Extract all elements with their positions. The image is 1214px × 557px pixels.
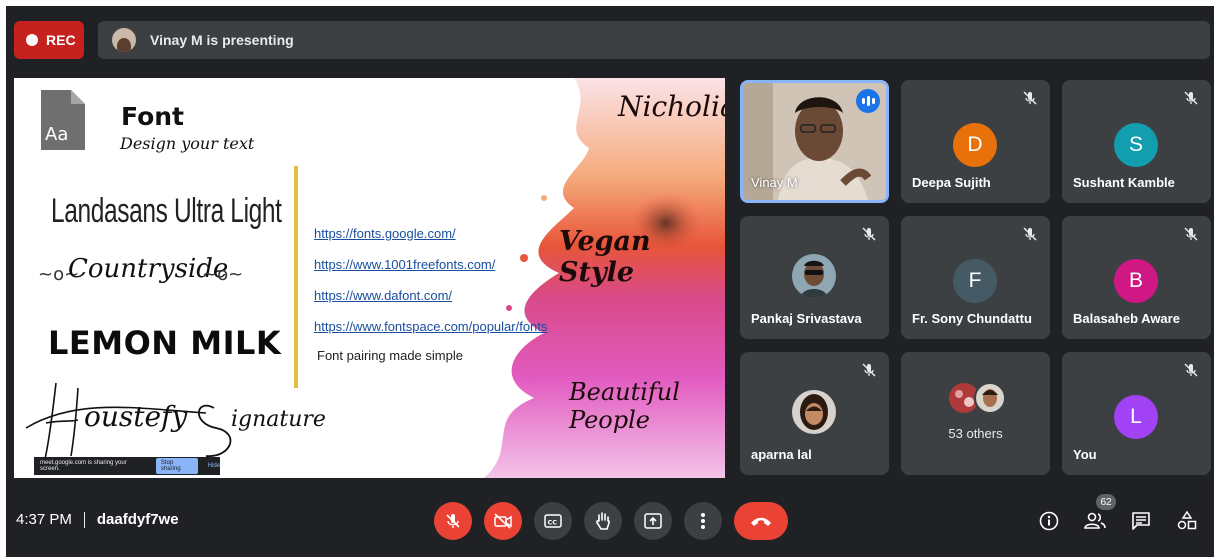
script-sample-nicholia: Nicholia	[618, 90, 725, 123]
camera-off-icon	[494, 513, 512, 529]
participant-photo	[792, 390, 836, 434]
camera-toggle-button[interactable]	[484, 502, 522, 540]
link-fontspace[interactable]: https://www.fontspace.com/popular/fonts	[314, 319, 547, 334]
mic-toggle-button[interactable]	[434, 502, 472, 540]
link-1001freefonts[interactable]: https://www.1001freefonts.com/	[314, 257, 495, 272]
meeting-info: 4:37 PM daafdyf7we	[16, 511, 179, 528]
chat-icon	[1132, 512, 1150, 530]
mic-off-icon	[862, 227, 876, 241]
mic-off-icon	[446, 514, 460, 528]
more-options-icon	[701, 513, 705, 529]
participant-name: aparna lal	[751, 447, 812, 462]
participant-avatar: D	[953, 123, 997, 167]
participant-avatar: B	[1114, 259, 1158, 303]
mic-off-icon	[1023, 227, 1037, 241]
slide-divider	[294, 166, 298, 388]
participant-tile-pankaj[interactable]: Pankaj Srivastava	[740, 216, 889, 339]
info-icon	[1039, 511, 1059, 531]
present-icon	[644, 513, 662, 529]
link-dafont[interactable]: https://www.dafont.com/	[314, 288, 452, 303]
svg-text:oustefy: oustefy	[84, 400, 188, 433]
participant-avatar: S	[1114, 123, 1158, 167]
svg-text:CC: CC	[548, 519, 558, 527]
font-sample-lemon-milk: LEMON MILK	[48, 324, 282, 362]
participant-name: Pankaj Srivastava	[751, 311, 862, 326]
meeting-details-button[interactable]	[1036, 508, 1062, 534]
people-button[interactable]	[1082, 508, 1108, 534]
mic-off-icon	[862, 363, 876, 377]
slide-title: Font	[121, 102, 184, 131]
more-options-button[interactable]	[684, 502, 722, 540]
raise-hand-icon	[596, 512, 610, 530]
participant-name: Deepa Sujith	[912, 175, 991, 190]
participant-name: Balasaheb Aware	[1073, 311, 1180, 326]
record-dot-icon	[26, 34, 38, 46]
participant-photo	[792, 254, 836, 298]
others-count-label: 53 others	[948, 426, 1003, 441]
end-call-button[interactable]	[734, 502, 788, 540]
mic-off-icon	[1184, 91, 1198, 105]
others-avatars	[949, 382, 1006, 414]
script-sample-beautiful-people: Beautiful People	[569, 378, 680, 434]
raise-hand-button[interactable]	[584, 502, 622, 540]
mic-off-icon	[1184, 227, 1198, 241]
font-sample-landasans: Landasans Ultra Light	[51, 192, 282, 230]
share-notice-text: meet.google.com is sharing your screen.	[40, 460, 127, 472]
stop-sharing-button[interactable]: Stop sharing	[155, 458, 198, 474]
activities-button[interactable]	[1174, 508, 1200, 534]
participant-tile-you[interactable]: L You	[1062, 352, 1211, 475]
participant-tile-aparna[interactable]: aparna lal	[740, 352, 889, 475]
end-call-icon	[751, 517, 771, 526]
font-sample-signature: oustefy ignature	[25, 382, 326, 464]
meet-window: REC Vinay M is presenting Aa Font Design…	[6, 6, 1214, 557]
presenting-text: Vinay M is presenting	[150, 32, 294, 48]
participant-tile-deepa[interactable]: D Deepa Sujith	[901, 80, 1050, 203]
separator	[83, 511, 85, 528]
meeting-code: daafdyf7we	[96, 511, 179, 528]
presenting-banner: Vinay M is presenting	[98, 21, 1210, 59]
speaking-indicator-icon	[856, 89, 880, 113]
hide-notice-button[interactable]: Hide	[208, 463, 220, 469]
mic-off-icon	[1023, 91, 1037, 105]
activities-icon	[1177, 511, 1197, 530]
participant-tile-sushant[interactable]: S Sushant Kamble	[1062, 80, 1211, 203]
rec-label: REC	[46, 32, 76, 48]
svg-text:ignature: ignature	[231, 407, 326, 432]
participant-tile-vinay[interactable]: Vinay M	[740, 80, 889, 203]
shared-screen: Aa Font Design your text Landasans Ultra…	[14, 78, 725, 478]
svg-text:Aa: Aa	[45, 124, 68, 145]
current-time: 4:37 PM	[16, 511, 72, 528]
link-google-fonts[interactable]: https://fonts.google.com/	[314, 226, 456, 241]
chat-button[interactable]	[1128, 508, 1154, 534]
participant-avatar: F	[953, 259, 997, 303]
participant-name: Fr. Sony Chundattu	[912, 311, 1032, 326]
captions-icon: CC	[544, 514, 562, 528]
participant-tile-balasaheb[interactable]: B Balasaheb Aware	[1062, 216, 1211, 339]
participant-tile-others[interactable]: 53 others	[901, 352, 1050, 475]
participant-name: You	[1073, 447, 1097, 462]
participant-name: Vinay M	[751, 175, 798, 190]
pairing-text: Font pairing made simple	[317, 348, 463, 363]
mic-off-icon	[1184, 363, 1198, 377]
slide-subtitle: Design your text	[120, 134, 255, 153]
participant-count-badge: 62	[1096, 494, 1116, 510]
present-button[interactable]	[634, 502, 672, 540]
participant-tile-sony[interactable]: F Fr. Sony Chundattu	[901, 216, 1050, 339]
participant-avatar: L	[1114, 395, 1158, 439]
participant-name: Sushant Kamble	[1073, 175, 1175, 190]
screen-share-notice: meet.google.com is sharing your screen. …	[34, 457, 220, 475]
presenter-avatar	[112, 28, 136, 52]
people-icon	[1084, 512, 1106, 529]
captions-button[interactable]: CC	[534, 502, 572, 540]
ornament-right: ~o~	[202, 264, 244, 285]
script-sample-vegan-style: Vegan Style	[559, 226, 651, 288]
recording-indicator[interactable]: REC	[14, 21, 84, 59]
font-file-icon: Aa	[41, 90, 85, 150]
